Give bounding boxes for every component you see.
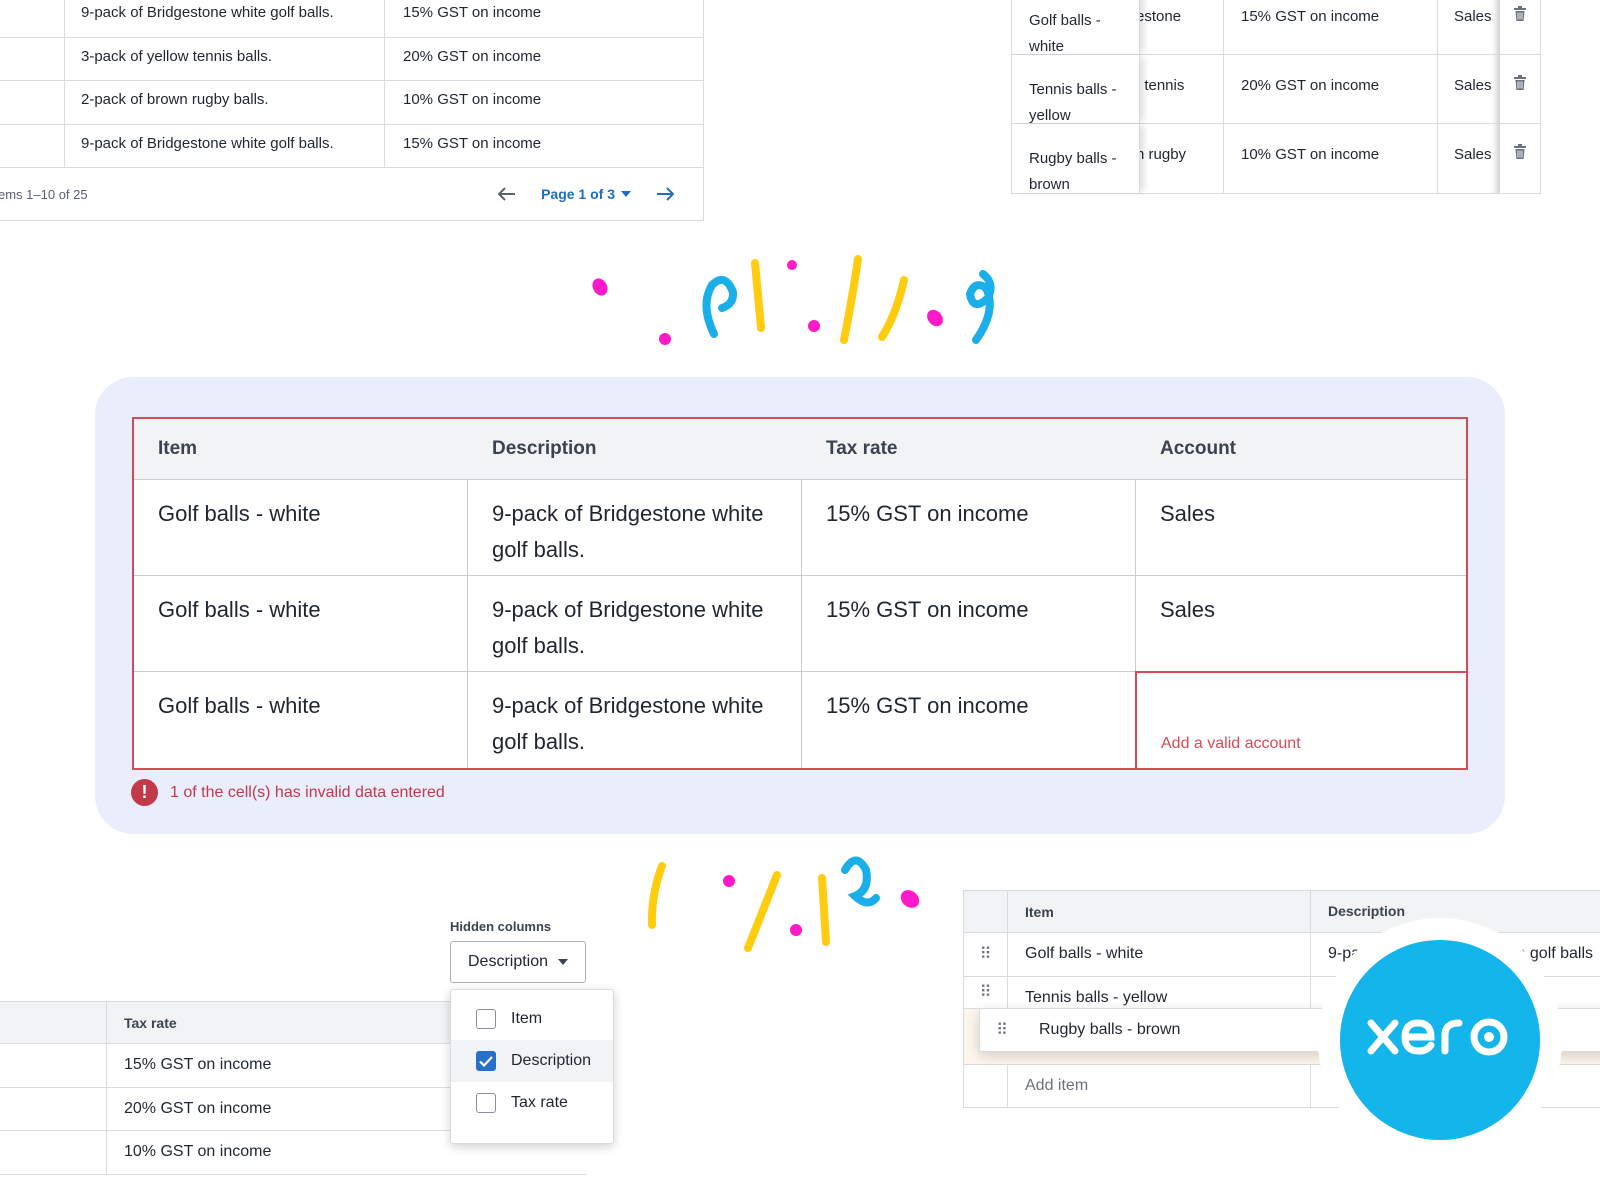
tax-rate-cell[interactable]: 20% GST on income [385, 38, 703, 81]
option-tax-rate[interactable]: Tax rate [451, 1082, 613, 1124]
drag-handle-icon[interactable]: ⠿ [980, 1020, 1024, 1040]
checkbox-checked-icon[interactable] [476, 1051, 496, 1071]
checkmark-icon [479, 1055, 493, 1067]
description-cell[interactable]: 3-pack of yellow tennis balls. [65, 37, 385, 80]
error-summary: ! 1 of the cell(s) has invalid data ente… [131, 779, 445, 806]
page-select[interactable]: Page 1 of 3 [541, 186, 631, 202]
tax-rate-cell[interactable]: 10% GST on income [385, 81, 703, 124]
account-cell[interactable]: Sales [1438, 124, 1500, 193]
column-header-tax-rate: Tax rate [826, 438, 898, 459]
description-cell[interactable]: 9-pack of Bridgestone white golf balls. [65, 124, 385, 167]
tax-rate-cell[interactable]: 15% GST on income [385, 0, 703, 37]
table-row[interactable]: 9-pack of Bridgestone white golf balls. 1… [0, 124, 703, 168]
tax-rate-cell[interactable]: 20% GST on income [1224, 55, 1438, 123]
column-header-account: Account [1160, 438, 1236, 459]
table-row[interactable]: Tennis balls - yellow / tennis 20% GST o… [1012, 55, 1540, 124]
sticky-column-table: Golf balls - white estone 15% GST on inc… [1011, 0, 1541, 194]
paginated-table: 9-pack of Bridgestone white golf balls. 1… [0, 0, 704, 221]
tax-rate-cell[interactable]: 10% GST on income [1224, 124, 1438, 193]
invalid-account-cell[interactable]: Add a valid account [1135, 671, 1468, 770]
arrow-left-icon [498, 187, 516, 201]
description-cell[interactable]: / tennis [1140, 55, 1224, 123]
checkbox-unchecked-icon[interactable] [476, 1009, 496, 1029]
drag-handle-icon[interactable]: ⠿ [964, 933, 1008, 976]
arrow-right-icon [657, 187, 674, 201]
item-cell[interactable]: Golf balls - white [1012, 0, 1140, 55]
validation-hint: Add a valid account [1161, 735, 1301, 752]
error-message: 1 of the cell(s) has invalid data entere… [170, 783, 445, 801]
selected-value: Description [468, 953, 549, 970]
page-label: Page 1 of 3 [541, 186, 615, 202]
add-item-placeholder[interactable]: Add item [1008, 1064, 1311, 1107]
description-cell[interactable]: 2-pack of brown rugby balls. [65, 81, 385, 124]
trash-icon [1514, 6, 1526, 21]
description-fragment: estone [1140, 8, 1182, 25]
description-fragment: / tennis [1140, 77, 1185, 94]
delete-row-button[interactable] [1500, 55, 1540, 123]
table-row[interactable]: 9-pack of Bridgestone white golf balls. 1… [0, 0, 703, 38]
account-cell[interactable]: Sales [1136, 576, 1466, 671]
description-cell[interactable]: 9-pack of Bridgestone white golf balls. [65, 0, 385, 37]
column-header-item: Item [1008, 891, 1311, 932]
table-row[interactable]: 2-pack of brown rugby balls. 10% GST on i… [0, 81, 703, 125]
error-icon: ! [131, 779, 158, 806]
editable-grid: Item Description Tax rate Account Golf b… [132, 417, 1468, 770]
dragging-item-label: Rugby balls - brown [1039, 1021, 1181, 1038]
description-cell[interactable]: 9-pack of Bridgestone white golf balls. [468, 672, 802, 768]
column-header-description: Description [492, 438, 597, 459]
table-header-row: Item Description [964, 890, 1600, 933]
hidden-columns-label: Hidden columns [450, 919, 552, 934]
option-description[interactable]: Description [451, 1040, 613, 1082]
description-cell[interactable]: n rugby [1140, 124, 1224, 193]
hidden-columns-menu: Item Description Tax rate [450, 989, 614, 1144]
item-cell[interactable]: Golf balls - white [134, 672, 468, 768]
option-label: Description [511, 1052, 592, 1069]
grid-row: Golf balls - white 9-pack of Bridgestone… [134, 576, 1466, 672]
description-cell[interactable]: 9-pack of Bridgestone white golf balls. [468, 480, 802, 575]
trash-icon [1514, 75, 1526, 90]
description-cell[interactable]: estone [1140, 0, 1224, 54]
option-item[interactable]: Item [451, 998, 613, 1040]
next-page-button[interactable] [655, 184, 675, 204]
item-cell[interactable]: Golf balls - white [134, 576, 468, 671]
delete-row-button[interactable] [1500, 0, 1540, 54]
grid-row: Golf balls - white 9-pack of Bridgestone… [134, 480, 1466, 576]
item-cell[interactable]: Tennis balls - yellow [1012, 55, 1140, 124]
previous-page-button[interactable] [497, 184, 517, 204]
pagination-bar: ems 1–10 of 25 Page 1 of 3 [0, 168, 703, 220]
item-cell[interactable]: Golf balls - white [1008, 933, 1311, 976]
item-cell[interactable]: Golf balls - white [134, 480, 468, 575]
account-cell[interactable]: Sales [1438, 55, 1500, 123]
item-cell[interactable]: Tennis balls - yellow [1008, 976, 1311, 1008]
description-fragment: n rugby [1140, 146, 1187, 163]
delete-row-button[interactable] [1500, 124, 1540, 193]
checkbox-unchecked-icon[interactable] [476, 1093, 496, 1113]
trash-icon [1514, 144, 1526, 159]
hidden-columns-select[interactable]: Description [450, 941, 586, 983]
account-cell[interactable]: Sales [1136, 480, 1466, 575]
table-row[interactable]: 3-pack of yellow tennis balls. 20% GST on… [0, 37, 703, 81]
tax-rate-cell[interactable]: 15% GST on income [1224, 0, 1438, 54]
item-cell[interactable]: Rugby balls - brown [1012, 124, 1140, 193]
grid-row: Golf balls - white 9-pack of Bridgestone… [134, 671, 1468, 770]
item-count: ems 1–10 of 25 [0, 186, 88, 202]
grid-header-row: Item Description Tax rate Account [134, 419, 1466, 480]
tax-rate-cell[interactable]: 15% GST on income [385, 125, 703, 168]
description-cell[interactable]: 9-pack of Bridgestone white golf balls. [468, 576, 802, 671]
caret-down-icon [621, 191, 631, 197]
caret-down-icon [558, 959, 569, 965]
tax-rate-cell[interactable]: 15% GST on income [802, 576, 1136, 671]
drag-handle-icon[interactable]: ⠿ [964, 976, 1008, 1008]
xero-logo [1318, 918, 1562, 1162]
tax-rate-cell[interactable]: 15% GST on income [802, 480, 1136, 575]
xero-wordmark [1367, 1018, 1508, 1056]
account-cell[interactable]: Sales [1438, 0, 1500, 54]
column-header-item: Item [158, 438, 198, 459]
table-row[interactable]: Rugby balls - brown n rugby 10% GST on i… [1012, 124, 1540, 193]
tax-rate-cell[interactable]: 15% GST on income [802, 672, 1136, 768]
option-label: Item [511, 1010, 543, 1027]
table-row[interactable]: Golf balls - white estone 15% GST on inc… [1012, 0, 1540, 55]
option-label: Tax rate [511, 1094, 568, 1111]
